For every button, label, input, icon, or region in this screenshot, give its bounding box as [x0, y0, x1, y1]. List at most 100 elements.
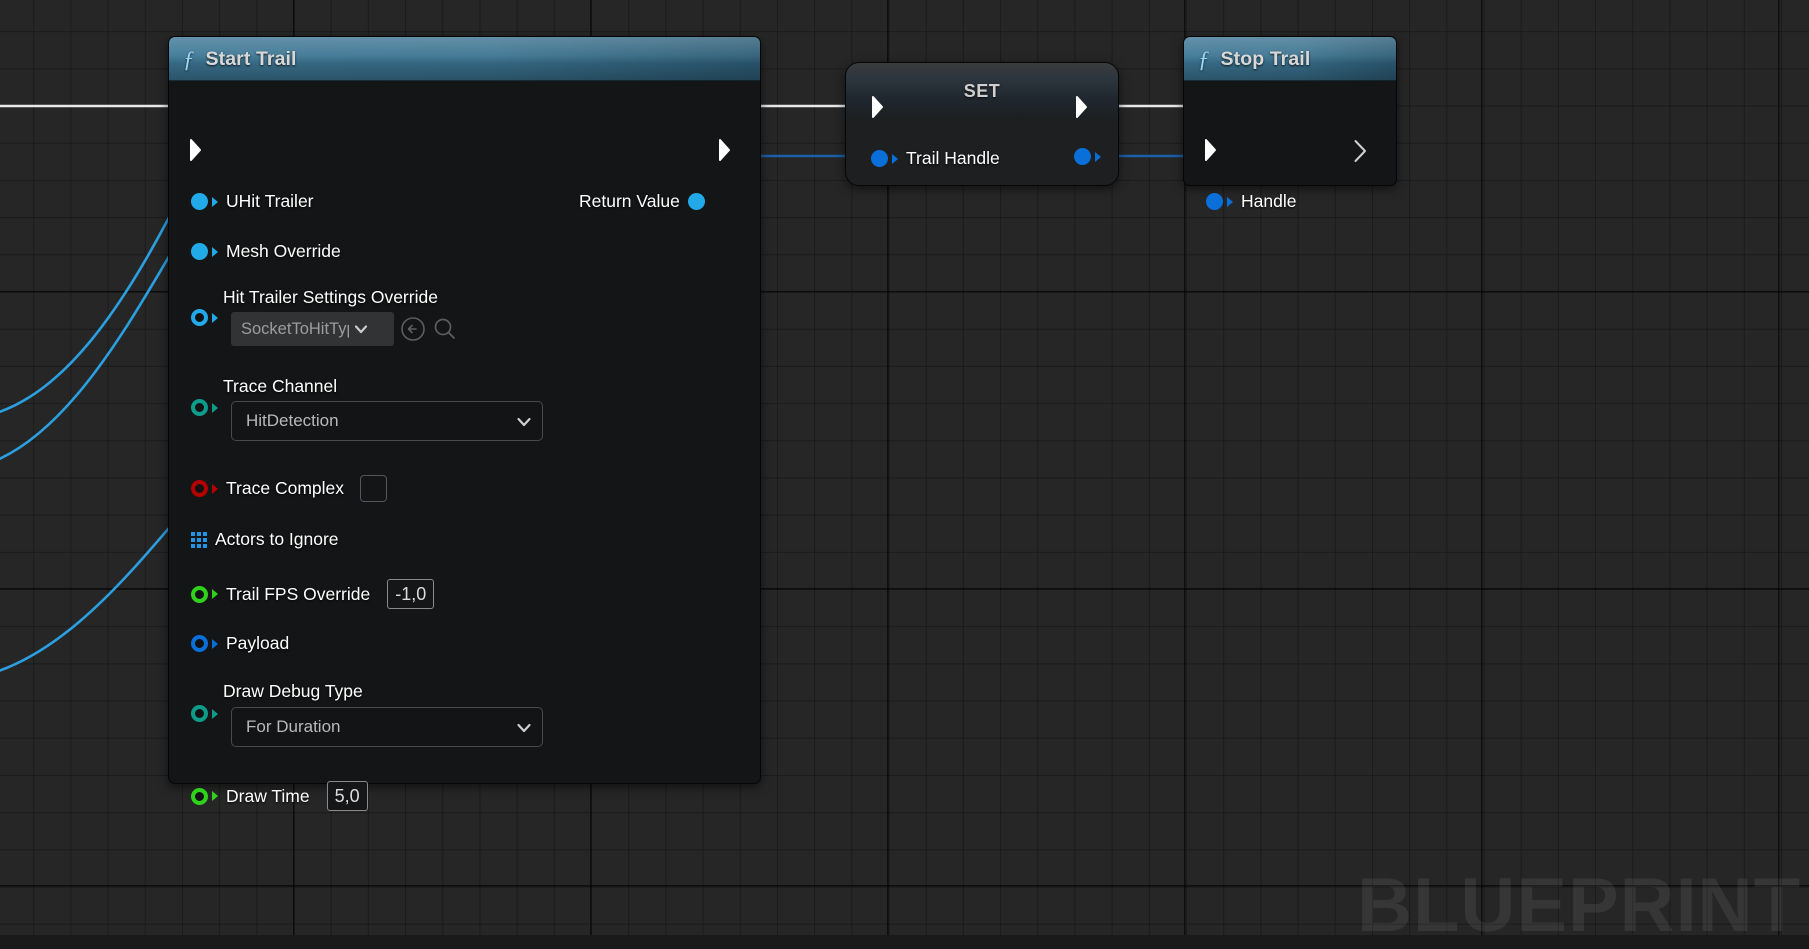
node-stop-trail-title: Stop Trail — [1220, 47, 1311, 70]
pin-row-draw-debug-type[interactable] — [191, 705, 218, 722]
pin-arrow-icon — [212, 638, 218, 649]
pin-arrow-icon — [212, 708, 218, 719]
pin-label-draw-time: Draw Time — [226, 785, 310, 806]
float-pin-icon[interactable] — [191, 787, 208, 805]
node-stop-trail-body: Handle — [1184, 81, 1396, 211]
pin-label-handle: Handle — [1241, 191, 1297, 211]
pin-row-uhit-trailer[interactable]: UHit Trailer — [191, 191, 314, 212]
chevron-down-icon — [515, 719, 531, 735]
chevron-down-icon — [515, 413, 531, 429]
node-start-trail-body: UHit Trailer Return Value Mesh Override … — [169, 81, 760, 811]
set-pin-row-exec-in[interactable] — [871, 96, 889, 118]
blueprint-graph-canvas[interactable]: ƒ Start Trail UHit Trailer Return Value … — [0, 0, 1809, 948]
pin-arrow-icon — [212, 196, 218, 207]
pin-label-return-value: Return Value — [579, 191, 680, 211]
pin-label-trace-complex: Trace Complex — [226, 478, 344, 498]
pin-label-hit-trailer-settings-override-wrap: Hit Trailer Settings Override — [223, 287, 438, 308]
pin-arrow-icon — [212, 312, 218, 323]
stop-pin-row-handle[interactable]: Handle — [1206, 191, 1296, 212]
exec-pin-out-icon[interactable] — [1075, 96, 1093, 118]
object-pin-icon[interactable] — [191, 193, 208, 210]
pin-label-draw-debug-type: Draw Debug Type — [223, 681, 363, 701]
object-pin-icon-out[interactable] — [687, 193, 705, 210]
enum-pin-icon[interactable] — [191, 399, 208, 416]
set-pin-row-trail-handle[interactable]: Trail Handle — [871, 148, 1000, 169]
blueprint-watermark: BLUEPRINT — [1357, 863, 1801, 948]
pin-label-trace-channel: Trace Channel — [223, 376, 338, 396]
draw-time-input[interactable]: 5,0 — [326, 781, 368, 811]
pin-label-trail-fps-override: Trail FPS Override — [226, 583, 371, 604]
pin-row-return-value[interactable]: Return Value — [579, 191, 705, 212]
function-f-icon: ƒ — [183, 46, 195, 72]
pin-arrow-icon — [212, 589, 218, 599]
set-pin-row-trail-handle-out[interactable] — [1074, 148, 1101, 165]
hit-trailer-settings-combo[interactable]: SocketToHitTypi — [231, 312, 394, 346]
pin-label-draw-debug-type-wrap: Draw Debug Type — [223, 681, 363, 702]
struct-pin-icon[interactable] — [191, 309, 208, 326]
float-pin-icon[interactable] — [191, 585, 208, 603]
struct-pin-icon[interactable] — [871, 150, 888, 167]
bool-pin-icon[interactable] — [191, 480, 208, 497]
pin-row-exec-out[interactable] — [718, 139, 736, 161]
set-pin-row-exec-out[interactable] — [1075, 96, 1093, 118]
node-start-trail-header[interactable]: ƒ Start Trail — [169, 37, 760, 81]
pin-label-trace-channel-wrap: Trace Channel — [223, 376, 337, 397]
struct-pin-icon[interactable] — [1206, 193, 1223, 210]
pin-label-actors-to-ignore: Actors to Ignore — [215, 529, 339, 549]
node-start-trail[interactable]: ƒ Start Trail UHit Trailer Return Value … — [168, 36, 761, 811]
hit-trailer-settings-combo-value: SocketToHitTypi — [241, 319, 349, 338]
function-f-icon: ƒ — [1198, 46, 1210, 72]
hit-trailer-settings-widget-row[interactable]: SocketToHitTypi — [231, 312, 458, 346]
pin-row-payload[interactable]: Payload — [191, 633, 289, 654]
exec-pin-in-icon[interactable] — [1204, 139, 1222, 161]
node-stop-trail-header[interactable]: ƒ Stop Trail — [1184, 37, 1396, 81]
pin-row-draw-time[interactable]: Draw Time 5,0 — [191, 781, 368, 811]
pin-label-hit-trailer-settings-override: Hit Trailer Settings Override — [223, 287, 438, 307]
struct-pin-icon[interactable] — [191, 635, 208, 652]
pin-arrow-icon — [212, 246, 218, 257]
stop-pin-row-exec-in[interactable] — [1204, 139, 1222, 161]
pin-label-uhit-trailer: UHit Trailer — [226, 191, 314, 211]
pin-row-trace-complex[interactable]: Trace Complex — [191, 475, 387, 502]
draw-debug-type-combo-value: For Duration — [246, 717, 341, 736]
node-start-trail-title: Start Trail — [205, 47, 297, 70]
trace-complex-checkbox[interactable] — [360, 475, 387, 502]
chevron-down-icon — [353, 321, 369, 337]
trail-fps-override-input[interactable]: -1,0 — [387, 579, 435, 609]
draw-debug-type-combo[interactable]: For Duration — [231, 707, 543, 747]
pin-row-hit-trailer-settings-override[interactable] — [191, 309, 218, 326]
struct-pin-icon-out[interactable] — [1074, 148, 1091, 165]
array-pin-icon[interactable] — [191, 531, 207, 548]
exec-pin-in-icon[interactable] — [871, 96, 889, 118]
pin-arrow-icon — [1227, 196, 1233, 207]
stop-pin-row-exec-out[interactable] — [1353, 139, 1371, 162]
node-stop-trail[interactable]: ƒ Stop Trail Handle — [1183, 36, 1397, 211]
exec-pin-in-icon[interactable] — [189, 139, 207, 161]
pin-arrow-icon — [212, 791, 218, 801]
pin-row-mesh-override[interactable]: Mesh Override — [191, 241, 341, 262]
exec-pin-out-icon[interactable] — [718, 139, 736, 161]
pin-row-exec-in[interactable] — [189, 139, 207, 161]
enum-pin-icon[interactable] — [191, 705, 208, 722]
trail-fps-override-value: -1,0 — [395, 583, 427, 604]
object-pin-icon[interactable] — [191, 243, 208, 260]
pin-arrow-icon — [212, 483, 218, 494]
draw-debug-type-widget-row[interactable]: For Duration — [231, 707, 543, 747]
trace-channel-combo-value: HitDetection — [246, 411, 339, 430]
trace-channel-widget-row[interactable]: HitDetection — [231, 401, 543, 441]
pin-label-payload: Payload — [226, 633, 290, 653]
pin-arrow-icon — [212, 402, 218, 413]
pin-arrow-icon — [892, 153, 898, 164]
pin-label-mesh-override: Mesh Override — [226, 241, 341, 261]
back-arrow-icon[interactable] — [400, 316, 426, 342]
pin-label-trail-handle: Trail Handle — [906, 148, 1000, 168]
pin-row-actors-to-ignore[interactable]: Actors to Ignore — [191, 529, 339, 550]
trace-channel-combo[interactable]: HitDetection — [231, 401, 543, 441]
search-icon[interactable] — [432, 316, 458, 342]
pin-arrow-icon — [1095, 151, 1101, 162]
draw-time-value: 5,0 — [334, 785, 360, 806]
pin-row-trace-channel[interactable] — [191, 399, 218, 416]
pin-row-trail-fps-override[interactable]: Trail FPS Override -1,0 — [191, 579, 435, 609]
exec-pin-out-hollow-icon[interactable] — [1353, 139, 1371, 162]
node-set-trail-handle[interactable]: SET Trail Handle — [845, 62, 1119, 186]
